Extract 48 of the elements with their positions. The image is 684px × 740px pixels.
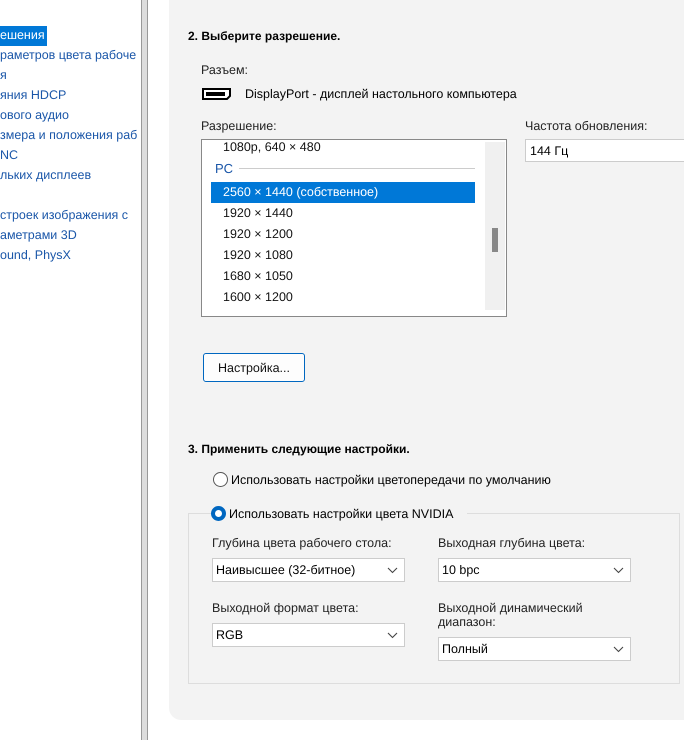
section-heading: 3. Применить следующие настройки. xyxy=(188,442,411,456)
field-label: Глубина цвета рабочего стола: xyxy=(212,536,393,550)
tree-item[interactable]: ового аудио xyxy=(0,106,71,126)
refresh-label: Частота обновления: xyxy=(525,119,648,133)
dropdown[interactable]: 10 bpc xyxy=(438,558,631,582)
dropdown[interactable]: Полный xyxy=(438,637,631,661)
resolution-option[interactable]: 1680 × 1050 xyxy=(211,266,475,287)
resolution-option[interactable]: 1600 × 1200 xyxy=(211,287,475,308)
resolution-option[interactable]: 1920 × 1200 xyxy=(211,224,475,245)
tree-item[interactable]: строек изображения с xyxy=(0,206,130,226)
display-port-icon xyxy=(202,88,231,100)
connector-name: DisplayPort - дисплей настольного компьютера xyxy=(245,87,517,101)
section-heading: 2. Выберите разрешение. xyxy=(188,29,342,43)
resolution-option[interactable]: 2560 × 1440 (собственное) xyxy=(211,182,475,203)
radio-option[interactable]: Использовать настройки цвета NVIDIA xyxy=(211,506,468,521)
radio-icon[interactable] xyxy=(213,472,228,487)
chevron-down-icon xyxy=(387,566,398,574)
radio-label: Использовать настройки цвета NVIDIA xyxy=(229,506,454,520)
group-header: PC xyxy=(215,160,234,176)
tree-item[interactable]: ешения xyxy=(0,26,47,46)
tree-item[interactable]: NC xyxy=(0,146,20,166)
tree-item[interactable]: ound, PhysX xyxy=(0,246,73,266)
resolution-option[interactable]: 1920 × 1080 xyxy=(211,245,475,266)
radio-icon[interactable] xyxy=(211,506,226,521)
field-label: Выходная глубина цвета: xyxy=(438,536,586,550)
chevron-down-icon xyxy=(613,646,624,652)
tree-item[interactable]: я xyxy=(0,66,9,86)
customize-button[interactable]: Настройка... xyxy=(203,353,305,382)
radio-label: Использовать настройки цветопередачи по умолчанию xyxy=(231,472,551,486)
resolution-option[interactable]: 1080p, 640 × 480 xyxy=(211,140,475,154)
resolution-option[interactable]: 1920 × 1440 xyxy=(211,203,475,224)
tree-item[interactable]: аметрами 3D xyxy=(0,226,79,246)
chevron-down-icon xyxy=(387,632,398,638)
connector-label: Разъем: xyxy=(201,63,250,77)
tree-item[interactable]: яния HDCP xyxy=(0,86,68,106)
scrollbar[interactable] xyxy=(485,142,505,310)
tree-item[interactable]: змера и положения раб xyxy=(0,126,140,146)
field-label: Выходной динамический диапазон: xyxy=(438,601,584,629)
resolution-list[interactable]: 1080p, 640 × 480 PC 2560 × 1440 (собственное) 1920 × 1440 1920 × 1200 1920 × 1080 1680 × 1050 1600 × 1200 xyxy=(201,139,507,317)
tree-item[interactable]: раметров цвета рабоче xyxy=(0,46,138,66)
dropdown[interactable]: RGB xyxy=(212,623,405,647)
dropdown[interactable]: Наивысшее (32-битное) xyxy=(212,558,405,582)
resolution-label: Разрешение: xyxy=(201,119,278,133)
radio-option[interactable]: Использовать настройки цветопередачи по умолчанию xyxy=(213,472,684,487)
tree-item[interactable]: льких дисплеев xyxy=(0,166,94,186)
field-label: Выходной формат цвета: xyxy=(212,601,360,615)
chevron-down-icon xyxy=(613,566,624,574)
refresh-rate-select[interactable]: 144 Гц xyxy=(525,139,684,162)
